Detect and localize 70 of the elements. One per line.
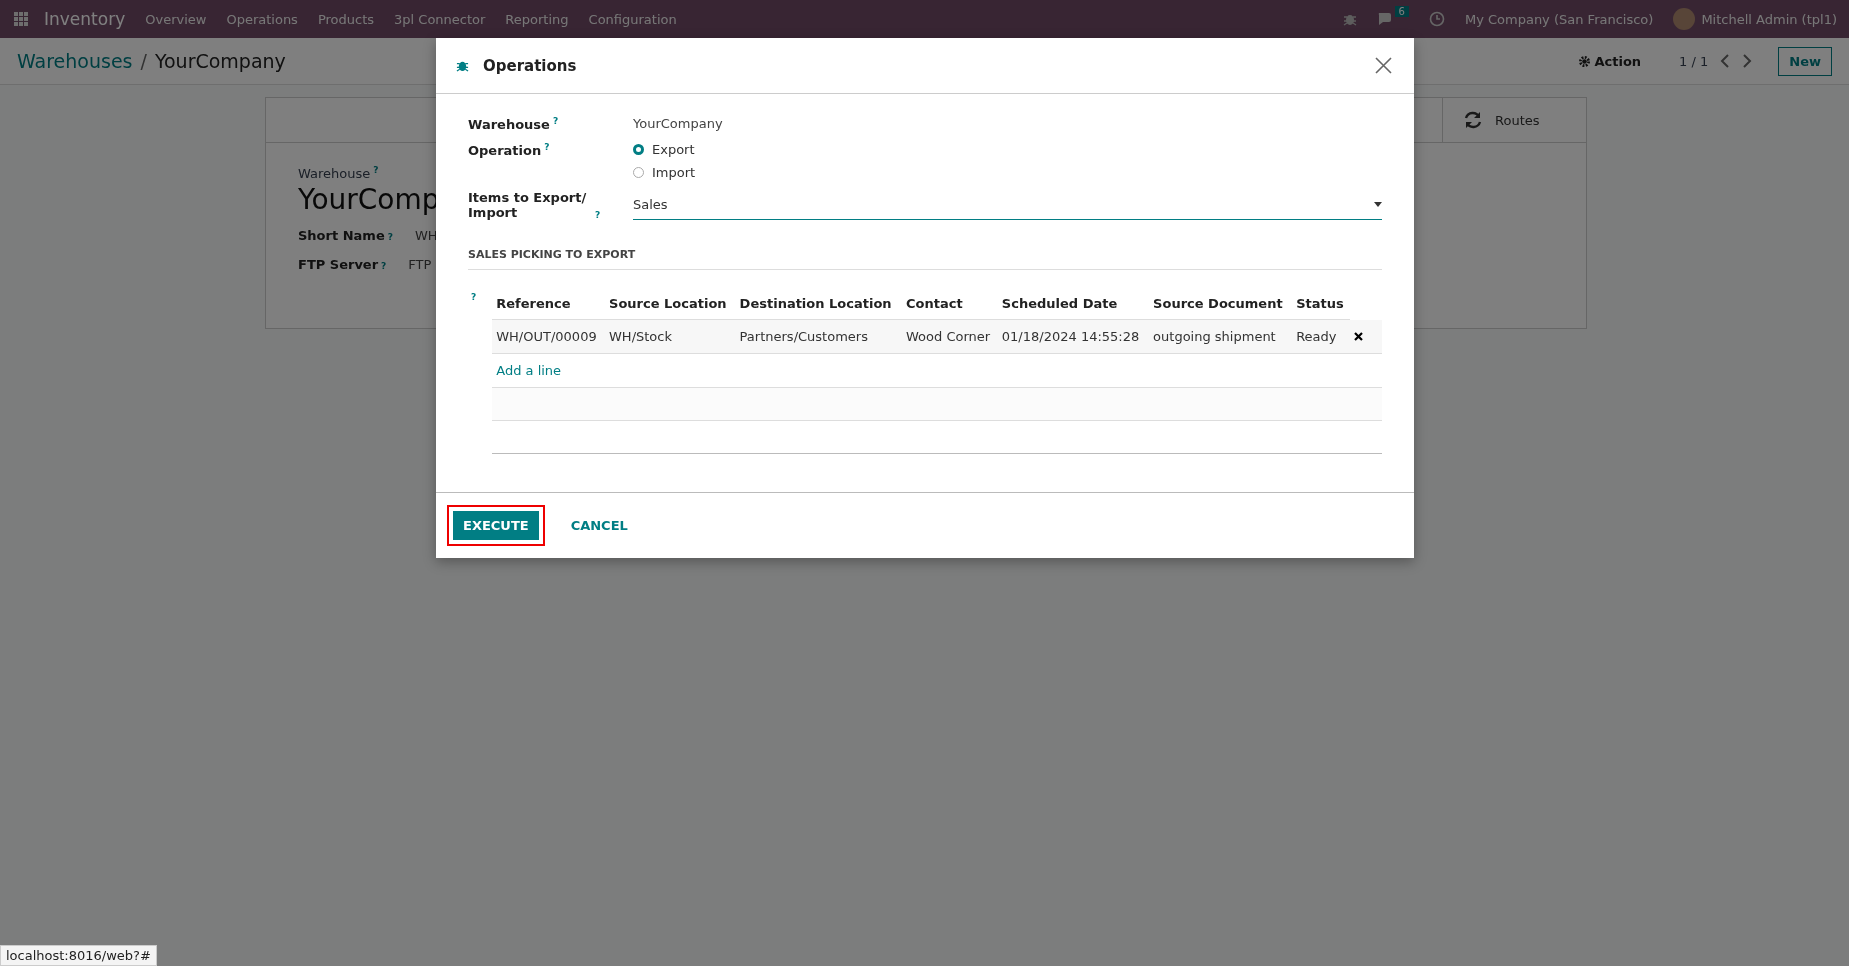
field-label: Short Name bbox=[298, 228, 385, 244]
bug-icon bbox=[456, 59, 469, 72]
table-cell: Partners/Customers bbox=[735, 319, 902, 354]
previous-icon[interactable] bbox=[1720, 54, 1731, 68]
app-grid-icon[interactable] bbox=[14, 12, 28, 26]
select-field[interactable]: Sales bbox=[633, 190, 1382, 221]
dropdown-caret-icon bbox=[1374, 201, 1382, 207]
field-value: WH bbox=[414, 228, 438, 244]
field-label: Items to Export/ Import bbox=[468, 190, 588, 221]
action-button[interactable]: Action bbox=[1573, 52, 1648, 70]
section-heading: SALES PICKING TO EXPORT bbox=[468, 248, 1382, 271]
message-count-badge: 6 bbox=[1394, 6, 1409, 17]
column-header[interactable]: Status bbox=[1292, 288, 1350, 320]
help-icon[interactable]: ? bbox=[381, 261, 387, 272]
breadcrumb-item: YourCompany bbox=[154, 50, 286, 72]
column-header[interactable]: Source Document bbox=[1149, 288, 1293, 320]
gear-icon bbox=[1579, 55, 1591, 67]
menu-item[interactable]: Operations bbox=[226, 11, 298, 27]
breadcrumb-separator: / bbox=[140, 50, 147, 72]
status-url: localhost:8016/web?# bbox=[0, 945, 157, 966]
radio-button[interactable] bbox=[633, 144, 644, 156]
menu-item[interactable]: 3pl Connector bbox=[394, 11, 486, 27]
menu-item[interactable]: Products bbox=[317, 11, 375, 27]
help-icon[interactable]: ? bbox=[544, 142, 550, 153]
column-header[interactable]: Reference bbox=[492, 288, 605, 320]
refresh-icon bbox=[1463, 111, 1483, 129]
user-avatar[interactable] bbox=[1673, 8, 1696, 30]
field-label: Operation bbox=[468, 143, 542, 159]
new-button[interactable]: New bbox=[1778, 46, 1832, 76]
add-line-link[interactable]: Add a line bbox=[496, 363, 562, 379]
close-icon[interactable] bbox=[1375, 57, 1392, 74]
field-label: FTP Server bbox=[298, 257, 379, 273]
column-header[interactable]: Scheduled Date bbox=[997, 288, 1150, 320]
menu-item[interactable]: Overview bbox=[145, 11, 207, 27]
help-icon[interactable]: ? bbox=[552, 116, 559, 126]
company-switcher[interactable]: My Company (San Francisco) bbox=[1464, 11, 1654, 27]
field-value: FTP bbox=[408, 257, 432, 273]
column-header[interactable]: Destination Location bbox=[735, 288, 902, 320]
help-icon[interactable]: ? bbox=[595, 210, 601, 221]
radio-label[interactable]: Export bbox=[652, 142, 695, 158]
column-header[interactable]: Source Location bbox=[605, 288, 736, 320]
table-cell: WH/Stock bbox=[605, 319, 736, 354]
table-cell: WH/OUT/00009 bbox=[492, 319, 605, 354]
menu-item[interactable]: Reporting bbox=[505, 11, 569, 27]
app-name[interactable]: Inventory bbox=[44, 9, 126, 29]
next-icon[interactable] bbox=[1742, 54, 1753, 68]
user-menu[interactable]: Mitchell Admin (tpl1) bbox=[1701, 11, 1837, 27]
table-cell: Wood Corner bbox=[902, 319, 998, 354]
pager-counter: 1 / 1 bbox=[1679, 53, 1709, 69]
cancel-button[interactable]: CANCEL bbox=[554, 505, 644, 547]
record-title: YourComp bbox=[298, 183, 440, 217]
field-label: Warehouse bbox=[468, 117, 550, 133]
breadcrumb-item[interactable]: Warehouses bbox=[17, 50, 133, 72]
help-icon[interactable]: ? bbox=[373, 165, 379, 175]
bug-icon[interactable] bbox=[1342, 12, 1357, 26]
menu-item[interactable]: Configuration bbox=[588, 11, 677, 27]
clock-icon[interactable] bbox=[1428, 11, 1445, 27]
table-cell: 01/18/2024 14:55:28 bbox=[997, 319, 1150, 354]
radio-label[interactable]: Import bbox=[652, 165, 696, 181]
dialog-title: Operations bbox=[483, 56, 578, 75]
column-header[interactable]: Contact bbox=[902, 288, 998, 320]
execute-button[interactable]: EXECUTE bbox=[447, 505, 545, 547]
table-cell: Ready bbox=[1292, 319, 1350, 354]
help-icon[interactable]: ? bbox=[471, 292, 477, 455]
table-cell: outgoing shipment bbox=[1149, 319, 1293, 354]
field-label: Warehouse bbox=[298, 166, 371, 182]
delete-icon[interactable] bbox=[1354, 332, 1363, 342]
help-icon[interactable]: ? bbox=[387, 232, 393, 243]
radio-button[interactable] bbox=[633, 167, 644, 179]
field-value: YourCompany bbox=[633, 116, 723, 133]
